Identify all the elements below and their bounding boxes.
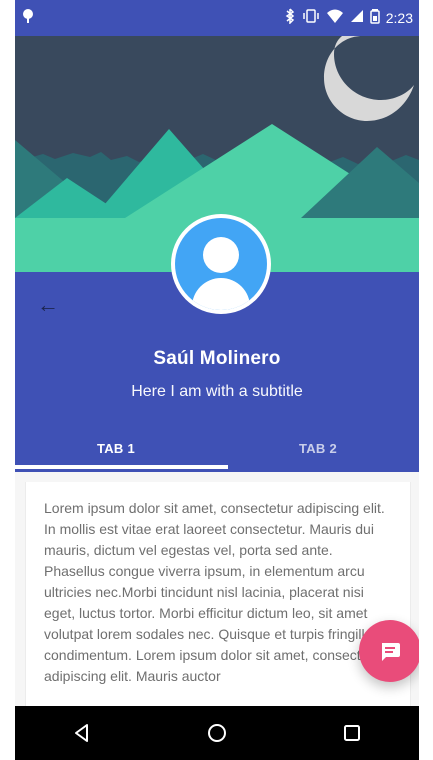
android-icon (21, 8, 35, 28)
status-left-area (21, 8, 35, 28)
vibrate-icon (302, 8, 320, 28)
square-recents-icon (343, 725, 360, 741)
system-back-button[interactable] (58, 709, 106, 757)
avatar-head-shape (203, 237, 239, 273)
wifi-icon (326, 8, 344, 28)
triangle-back-icon (75, 724, 89, 742)
right-frame-margin (419, 0, 433, 760)
status-right-area: 2:23 (284, 8, 413, 28)
message-icon (382, 643, 400, 661)
app-screen: 2:23 ← Saúl Molinero Here I am with a su… (0, 0, 433, 760)
person-avatar-icon (175, 218, 267, 310)
profile-name: Saúl Molinero (153, 348, 281, 369)
signal-icon (350, 8, 364, 28)
battery-icon (370, 8, 380, 28)
content-body: Lorem ipsum dolor sit amet, consectetur … (44, 500, 385, 684)
message-fab[interactable] (359, 620, 421, 682)
arrow-back-icon: ← (37, 292, 59, 317)
avatar-body-shape (192, 278, 250, 310)
tab-2[interactable]: TAB 2 (217, 424, 419, 472)
circle-home-icon (207, 724, 226, 742)
system-home-button[interactable] (193, 709, 241, 757)
profile-avatar (171, 214, 271, 314)
profile-subtitle: Here I am with a subtitle (131, 383, 303, 400)
system-navigation-bar (15, 706, 419, 760)
active-tab-indicator (15, 465, 228, 469)
left-frame-margin (0, 0, 15, 760)
bluetooth-icon (284, 8, 296, 28)
system-recents-button[interactable] (328, 709, 376, 757)
content-card: Lorem ipsum dolor sit amet, consectetur … (25, 482, 411, 706)
status-bar: 2:23 (15, 0, 419, 36)
status-time: 2:23 (385, 10, 413, 26)
back-button[interactable]: ← (33, 290, 63, 320)
tab-content: Lorem ipsum dolor sit amet, consectetur … (15, 472, 419, 706)
